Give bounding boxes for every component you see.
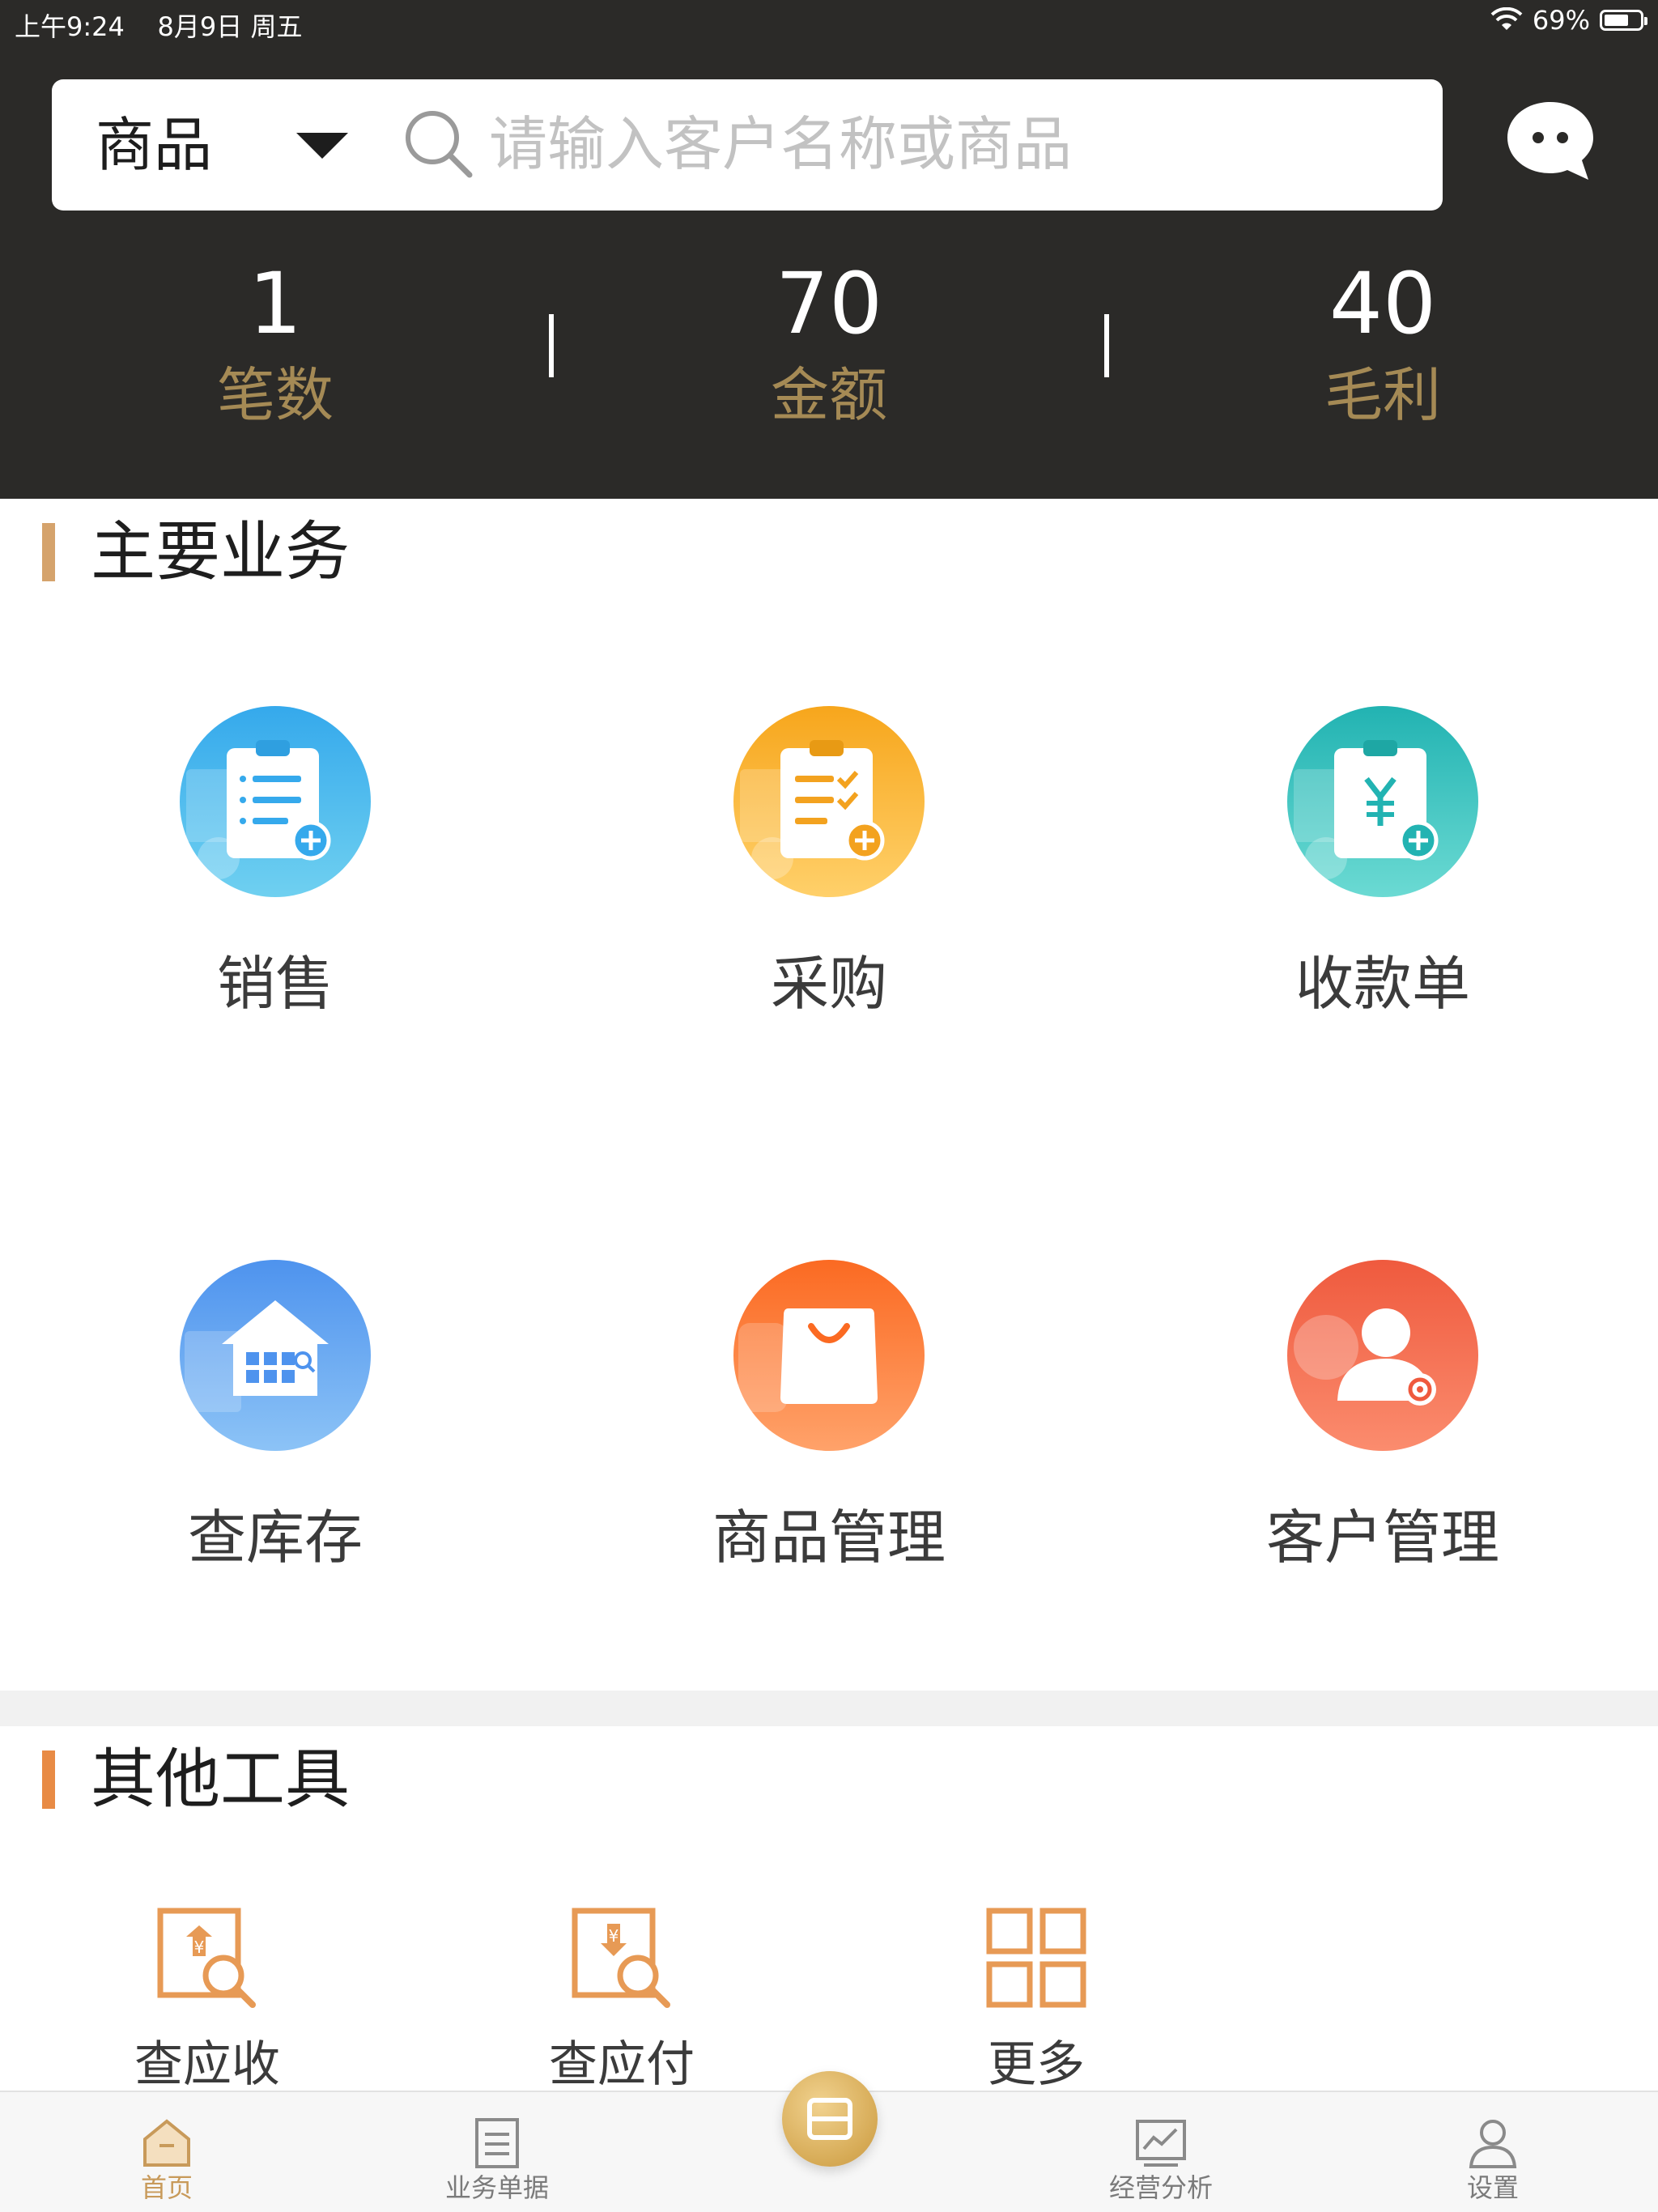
section-other-tools: 其他工具 xyxy=(0,1726,1658,1823)
section-title: 其他工具 xyxy=(91,1742,350,1817)
section-accent-bar xyxy=(42,1750,55,1809)
nav-item-home[interactable]: 首页 xyxy=(70,2100,264,2206)
nav-item-analysis[interactable]: 经营分析 xyxy=(1064,2100,1258,2206)
stat-amount-label: 金额 xyxy=(770,361,887,429)
scan-icon xyxy=(807,2098,852,2140)
shopping-bag-icon xyxy=(733,1260,925,1451)
tile-receipt[interactable]: 收款单 xyxy=(1172,704,1593,1044)
nav-item-documents[interactable]: 业务单据 xyxy=(400,2100,594,2206)
tile-receipt-label: 收款单 xyxy=(1295,950,1470,1018)
tool-receivable[interactable]: ¥ 查应收 xyxy=(86,1904,329,2115)
battery-level xyxy=(1605,15,1628,26)
stat-divider xyxy=(1104,314,1109,377)
search-icon xyxy=(406,111,473,178)
nav-item-analysis-label: 经营分析 xyxy=(1108,2172,1213,2203)
tile-purchase-label: 采购 xyxy=(770,950,887,1018)
user-settings-icon xyxy=(1469,2120,1517,2168)
purchase-clipboard-icon xyxy=(733,706,925,897)
nav-item-settings-label: 设置 xyxy=(1466,2172,1519,2203)
grid-more-icon xyxy=(986,1908,1086,2008)
svg-text:¥: ¥ xyxy=(194,1938,205,1957)
chart-icon xyxy=(1136,2120,1186,2167)
nav-item-settings[interactable]: 设置 xyxy=(1396,2100,1590,2206)
section-main-business: 主要业务 xyxy=(0,499,1658,596)
tile-inventory-label: 查库存 xyxy=(187,1504,363,1572)
search-input[interactable] xyxy=(489,104,1412,185)
stat-profit: 40 毛利 xyxy=(1221,251,1545,434)
chevron-down-icon[interactable] xyxy=(296,133,348,159)
section-accent-bar xyxy=(42,523,55,581)
tile-sales[interactable]: 销售 xyxy=(65,704,486,1044)
stat-count-label: 笔数 xyxy=(216,361,334,429)
wifi-icon xyxy=(1490,7,1523,30)
document-icon xyxy=(475,2118,519,2168)
nav-item-documents-label: 业务单据 xyxy=(444,2172,549,2203)
home-icon xyxy=(143,2119,190,2167)
tool-more-label: 更多 xyxy=(988,2036,1085,2093)
tool-payable-label: 查应付 xyxy=(549,2036,695,2093)
receivable-search-icon: ¥ xyxy=(157,1908,256,2008)
receipt-clipboard-icon xyxy=(1287,706,1478,897)
customer-person-icon xyxy=(1287,1260,1478,1451)
payable-search-icon: ¥ xyxy=(572,1908,670,2008)
scan-button[interactable] xyxy=(782,2071,878,2167)
stat-profit-value: 40 xyxy=(1329,254,1437,353)
battery-cap xyxy=(1644,17,1647,25)
status-indicators: 69% xyxy=(1490,5,1647,36)
battery-percent: 69% xyxy=(1532,5,1590,36)
tool-receivable-label: 查应收 xyxy=(134,2036,280,2093)
category-select[interactable]: 商品 xyxy=(96,110,212,180)
status-bar: 上午9:24 8月9日 周五 69% xyxy=(0,0,1658,45)
tool-payable[interactable]: ¥ 查应付 xyxy=(500,1904,743,2115)
section-title: 主要业务 xyxy=(91,514,350,589)
search-bar: 商品 xyxy=(52,79,1443,211)
stat-amount: 70 金额 xyxy=(667,251,991,434)
top-header: 上午9:24 8月9日 周五 69% 商品 1 笔数 xyxy=(0,0,1658,499)
nav-item-home-label: 首页 xyxy=(140,2172,193,2203)
section-separator xyxy=(0,1691,1658,1726)
tool-more[interactable]: 更多 xyxy=(915,1904,1158,2115)
stat-profit-label: 毛利 xyxy=(1324,361,1441,429)
tile-purchase[interactable]: 采购 xyxy=(619,704,1039,1044)
stat-count: 1 笔数 xyxy=(113,251,437,434)
inventory-house-icon xyxy=(180,1260,371,1451)
tile-product-management[interactable]: 商品管理 xyxy=(619,1258,1039,1598)
stat-divider xyxy=(549,314,554,377)
tile-product-management-label: 商品管理 xyxy=(712,1504,946,1572)
status-time-date: 上午9:24 8月9日 周五 xyxy=(15,11,303,42)
sales-clipboard-icon xyxy=(180,706,371,897)
stat-count-value: 1 xyxy=(248,254,303,353)
tile-customer-management-label: 客户管理 xyxy=(1265,1504,1499,1572)
battery-icon xyxy=(1600,10,1647,31)
tile-inventory[interactable]: 查库存 xyxy=(65,1258,486,1598)
chat-icon[interactable] xyxy=(1503,96,1598,185)
tile-sales-label: 销售 xyxy=(216,950,334,1018)
stat-amount-value: 70 xyxy=(775,254,883,353)
tile-customer-management[interactable]: 客户管理 xyxy=(1172,1258,1593,1598)
svg-text:¥: ¥ xyxy=(609,1926,619,1946)
